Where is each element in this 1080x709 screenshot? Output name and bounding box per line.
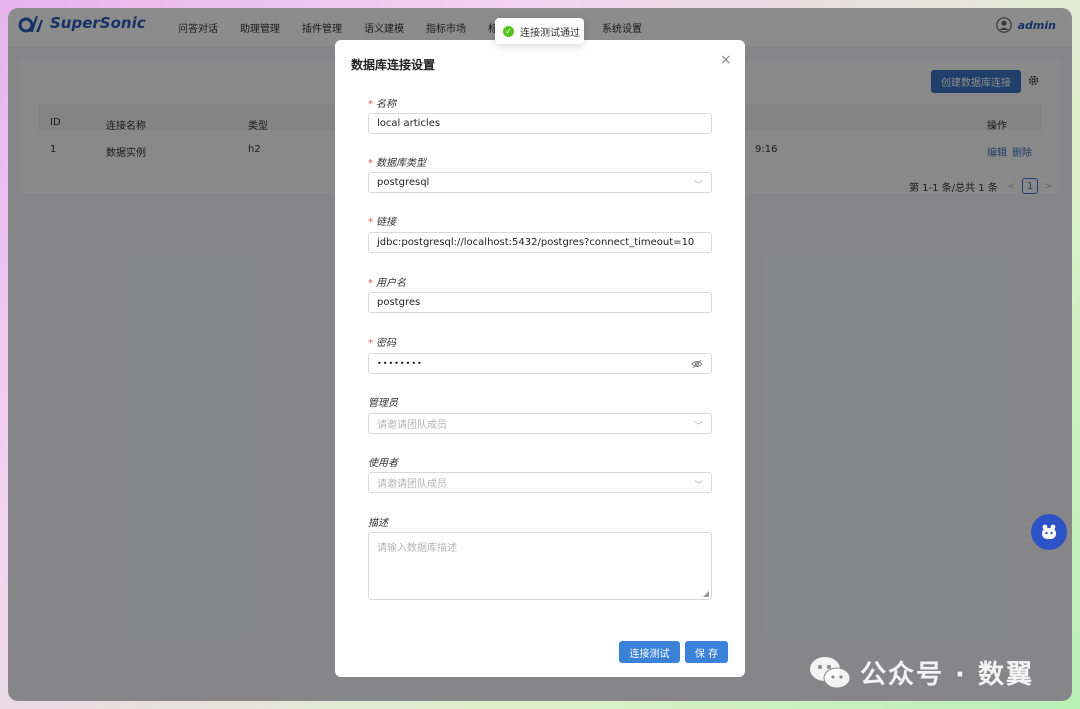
db-type-label: * 数据库类型 (368, 158, 426, 169)
admins-select[interactable]: 请邀请团队成员 ﹀ (368, 413, 712, 434)
modal-title: 数据库连接设置 (351, 58, 436, 72)
password-input[interactable]: •••••••• (368, 353, 712, 374)
admins-label: 管理员 (368, 398, 398, 409)
required-mark: * (368, 338, 373, 349)
test-connection-button[interactable]: 连接测试 (619, 641, 680, 663)
check-circle-icon: ✓ (503, 25, 514, 37)
assistant-fab[interactable] (1031, 514, 1067, 550)
chevron-down-icon: ﹀ (693, 181, 703, 191)
name-input[interactable]: local articles (368, 113, 712, 134)
url-input[interactable]: jdbc:postgresql://localhost:5432/postgre… (368, 232, 712, 253)
required-mark: * (368, 158, 373, 169)
watermark-text: 公众号 · 数翼 (860, 660, 1034, 690)
watermark: 公众号 · 数翼 (808, 654, 1034, 691)
db-type-select[interactable]: postgresql ﹀ (368, 172, 712, 193)
close-icon[interactable]: × (720, 52, 732, 68)
viewers-label: 使用者 (368, 458, 398, 469)
password-label: * 密码 (368, 338, 396, 349)
chevron-down-icon: ﹀ (693, 481, 703, 491)
description-textarea[interactable]: 请输入数据库描述 ◢ (368, 532, 712, 600)
wechat-icon (810, 656, 851, 688)
username-label: * 用户名 (368, 278, 406, 289)
success-toast: ✓ 连接测试通过 (495, 18, 584, 44)
url-label: * 链接 (368, 217, 396, 228)
eye-invisible-icon[interactable] (691, 358, 703, 370)
description-label: 描述 (368, 518, 388, 529)
name-label: * 名称 (368, 99, 396, 110)
chatbot-icon (1042, 524, 1056, 539)
viewers-select[interactable]: 请邀请团队成员 ﹀ (368, 472, 712, 493)
required-mark: * (368, 99, 373, 110)
chevron-down-icon: ﹀ (693, 422, 703, 432)
username-input[interactable]: postgres (368, 292, 712, 313)
required-mark: * (368, 217, 373, 228)
save-button[interactable]: 保 存 (685, 641, 728, 663)
resize-handle-icon[interactable]: ◢ (703, 589, 709, 598)
toast-message: 连接测试通过 (520, 27, 580, 39)
required-mark: * (368, 278, 373, 289)
db-connection-modal: 数据库连接设置 × * 名称 local articles * 数据库类型 post… (335, 40, 745, 677)
